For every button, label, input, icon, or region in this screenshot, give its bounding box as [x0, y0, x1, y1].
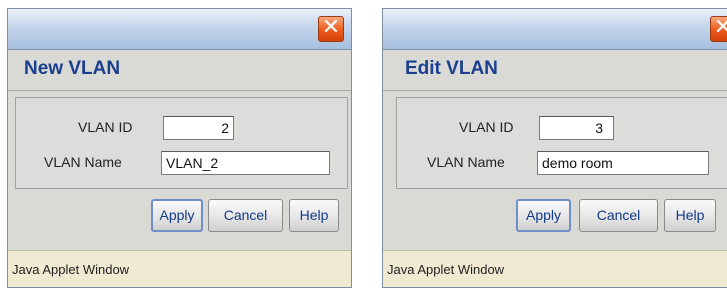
button-bar: Apply Cancel Help	[8, 197, 351, 237]
status-bar: Java Applet Window	[8, 250, 351, 287]
status-bar: Java Applet Window	[383, 250, 727, 287]
apply-button[interactable]: Apply	[151, 199, 203, 232]
vlan-id-label: VLAN ID	[78, 119, 133, 135]
button-bar: Apply Cancel Help	[383, 197, 727, 237]
vlan-id-row: VLAN ID 2	[16, 116, 347, 140]
dialog-title: New VLAN	[24, 58, 121, 79]
window-titlebar[interactable]: ✕	[383, 9, 727, 50]
close-icon[interactable]: ✕	[710, 16, 727, 42]
vlan-name-input[interactable]: VLAN_2	[161, 151, 330, 175]
edit-vlan-dialog: ✕ Edit VLAN VLAN ID 3 VLAN Name demo roo…	[382, 8, 727, 288]
vlan-name-label: VLAN Name	[427, 154, 505, 170]
vlan-id-row: VLAN ID 3	[397, 116, 727, 140]
vlan-id-input[interactable]: 2	[163, 116, 234, 140]
new-vlan-dialog: ✕ New VLAN VLAN ID 2 VLAN Name VLAN_2 Ap…	[7, 8, 352, 288]
vlan-name-row: VLAN Name VLAN_2	[16, 151, 347, 175]
dialog-title: Edit VLAN	[405, 58, 498, 79]
cancel-button[interactable]: Cancel	[579, 199, 658, 232]
fields-panel: VLAN ID 3 VLAN Name demo room	[396, 97, 727, 189]
vlan-id-input[interactable]: 3	[539, 116, 614, 140]
vlan-name-label: VLAN Name	[44, 154, 122, 170]
dialog-heading: New VLAN	[8, 50, 351, 91]
vlan-id-label: VLAN ID	[459, 119, 514, 135]
fields-panel: VLAN ID 2 VLAN Name VLAN_2	[15, 97, 348, 189]
dialog-heading: Edit VLAN	[383, 50, 727, 91]
vlan-name-input[interactable]: demo room	[537, 151, 709, 175]
window-titlebar[interactable]: ✕	[8, 9, 351, 50]
status-text: Java Applet Window	[12, 262, 130, 277]
help-button[interactable]: Help	[289, 199, 339, 232]
help-button[interactable]: Help	[664, 199, 716, 232]
apply-button[interactable]: Apply	[516, 199, 571, 232]
vlan-name-row: VLAN Name demo room	[397, 151, 727, 175]
cancel-button[interactable]: Cancel	[208, 199, 283, 232]
status-text: Java Applet Window	[387, 262, 505, 277]
close-icon[interactable]: ✕	[318, 16, 344, 42]
